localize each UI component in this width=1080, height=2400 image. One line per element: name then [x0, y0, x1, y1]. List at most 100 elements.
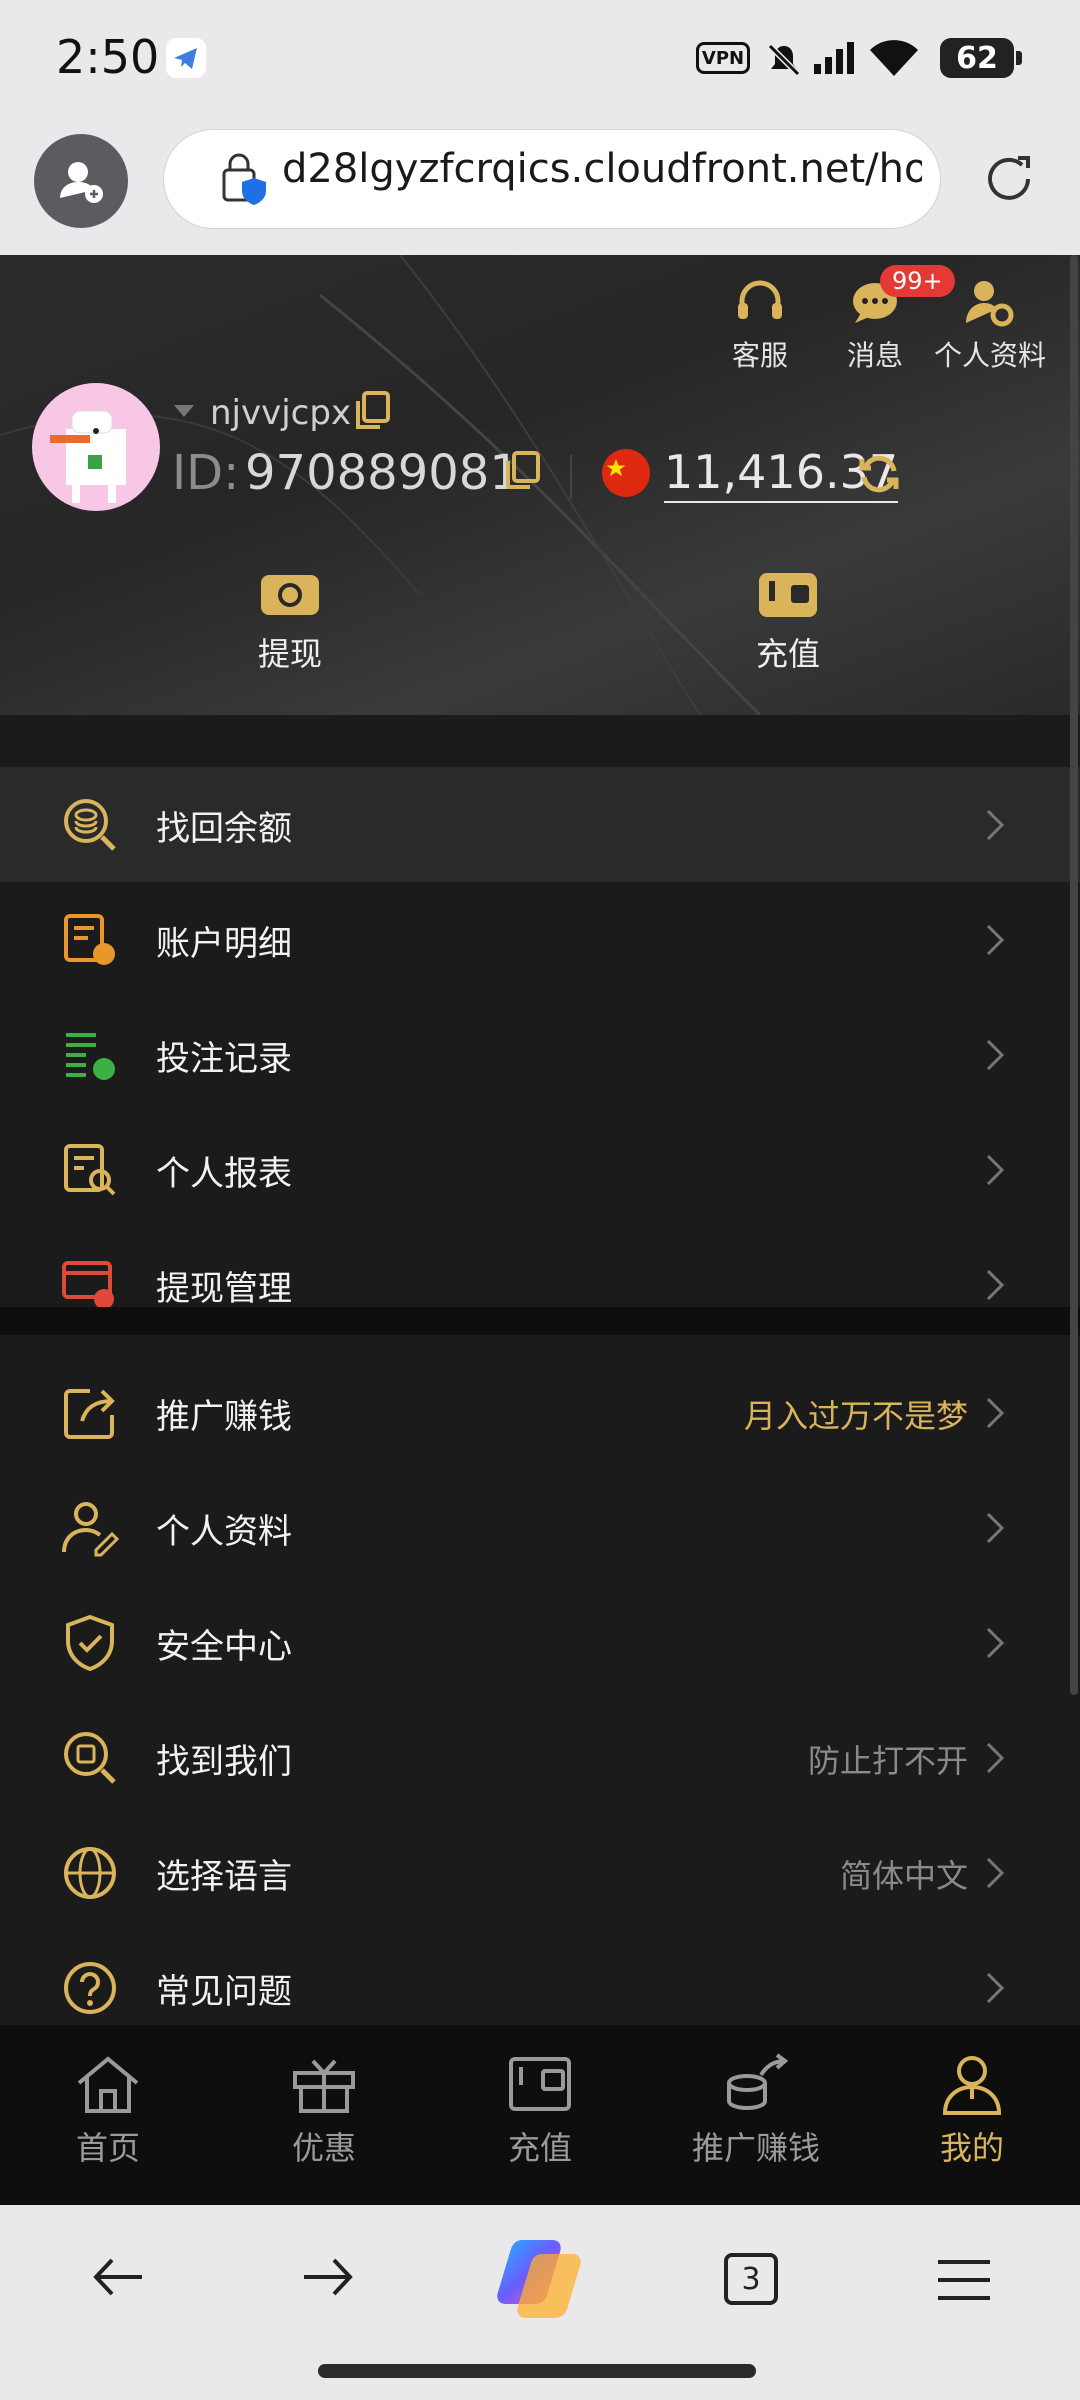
user-id: 970889081: [245, 445, 520, 501]
add-profile-button[interactable]: [34, 134, 128, 228]
headset-icon: [738, 280, 782, 319]
chevron-right-icon: [986, 1972, 1005, 2004]
cash-icon: [261, 575, 319, 615]
menu-icon[interactable]: [934, 2256, 994, 2308]
bet-record-icon: [66, 1033, 115, 1080]
copilot-icon[interactable]: [492, 2234, 588, 2328]
deposit-button[interactable]: 充值: [728, 567, 848, 675]
menu-item-label: 找到我们: [156, 1742, 292, 1782]
profile-edit-icon: [62, 1502, 120, 1557]
copy-id-icon[interactable]: [502, 449, 542, 497]
tab-deposit[interactable]: 充值: [472, 2053, 608, 2169]
account-detail-icon: [64, 914, 115, 965]
url-text[interactable]: d28lgyzfcrqics.cloudfront.net/home: [282, 146, 922, 192]
copy-username-icon[interactable]: [352, 389, 392, 437]
menu-item-promote[interactable]: 推广赚钱 月入过万不是梦: [0, 1355, 1080, 1470]
home-indicator[interactable]: [318, 2364, 756, 2378]
menu-item-profile[interactable]: 个人资料: [0, 1470, 1080, 1585]
mute-icon: [764, 40, 804, 84]
report-icon: [64, 1144, 116, 1196]
customer-service-label: 客服: [731, 339, 788, 372]
home-icon: [77, 2056, 139, 2113]
menu-item-hint: 防止打不开: [807, 1742, 968, 1780]
scrollbar[interactable]: [1070, 255, 1078, 1695]
profile-shortcut-label: 个人资料: [933, 339, 1046, 372]
messages-label: 消息: [846, 339, 903, 372]
question-icon: [64, 1962, 116, 2014]
withdraw-button[interactable]: 提现: [230, 567, 350, 675]
signal-icon: [812, 40, 856, 80]
menu-item-personal-report[interactable]: 个人报表: [0, 1112, 1080, 1227]
refresh-balance-icon[interactable]: [856, 451, 902, 501]
coin-search-icon: [64, 799, 116, 851]
menu-item-label: 账户明细: [156, 924, 292, 964]
chevron-right-icon: [986, 1039, 1005, 1071]
menu-item-recover-balance[interactable]: 找回余额: [0, 767, 1080, 882]
tab-label: 我的: [939, 2129, 1004, 2167]
app-content: 客服 消息 99+ 个人资料 njvvjcpx ID: 970889081 11…: [0, 255, 1080, 2205]
menu-item-label: 安全中心: [156, 1627, 292, 1667]
status-time: 2:50: [56, 30, 160, 84]
tab-count: 3: [741, 2261, 761, 2297]
forward-icon[interactable]: [298, 2252, 358, 2306]
tab-mine[interactable]: 我的: [904, 2053, 1040, 2169]
back-icon[interactable]: [88, 2252, 148, 2306]
promote-icon: [727, 2053, 789, 2111]
wifi-icon: [868, 36, 920, 82]
user-settings-icon: [966, 281, 1014, 327]
chevron-right-icon: [986, 1397, 1005, 1429]
wallet-icon: [759, 573, 817, 617]
withdraw-label: 提现: [257, 635, 322, 673]
tab-home[interactable]: 首页: [40, 2053, 176, 2169]
menu-item-hint: 简体中文: [839, 1857, 968, 1895]
user-id-label: ID:: [172, 445, 240, 501]
chevron-right-icon: [986, 1742, 1005, 1774]
section-divider: [0, 1307, 1080, 1335]
user-icon: [942, 2056, 1002, 2115]
menu-item-account-detail[interactable]: 账户明细: [0, 882, 1080, 997]
tab-label: 首页: [75, 2129, 140, 2167]
bottom-tab-bar: 首页 优惠 充值 推广赚钱 我的: [0, 2025, 1080, 2205]
chevron-right-icon: [986, 809, 1005, 841]
menu-item-label: 常见问题: [156, 1972, 292, 2012]
menu-item-label: 提现管理: [156, 1269, 292, 1309]
globe-icon: [64, 1847, 116, 1899]
info-divider: [570, 455, 572, 499]
account-switch-icon[interactable]: [172, 403, 196, 423]
menu-item-language[interactable]: 选择语言 简体中文: [0, 1815, 1080, 1930]
find-us-icon: [64, 1732, 116, 1784]
tabs-button[interactable]: 3: [724, 2253, 778, 2305]
chevron-right-icon: [986, 1269, 1005, 1301]
menu-item-find-us[interactable]: 找到我们 防止打不开: [0, 1700, 1080, 1815]
menu-item-label: 选择语言: [156, 1857, 292, 1897]
chevron-right-icon: [986, 1512, 1005, 1544]
telegram-icon: [166, 38, 206, 78]
battery-icon: 62: [940, 38, 1022, 78]
menu-item-security[interactable]: 安全中心: [0, 1585, 1080, 1700]
menu-item-label: 个人资料: [156, 1512, 292, 1552]
chevron-right-icon: [986, 924, 1005, 956]
gift-icon: [293, 2059, 355, 2113]
reload-icon[interactable]: [978, 148, 1040, 210]
menu-item-bet-record[interactable]: 投注记录: [0, 997, 1080, 1112]
site-security-icon: [218, 152, 270, 212]
shield-icon: [66, 1614, 114, 1672]
menu-item-label: 个人报表: [156, 1154, 292, 1194]
username: njvvjcpx: [210, 393, 352, 433]
avatar[interactable]: [32, 383, 160, 511]
withdraw-manage-icon: [62, 1261, 114, 1309]
menu-item-label: 投注记录: [156, 1039, 292, 1079]
tab-label: 优惠: [291, 2129, 356, 2167]
menu-item-label: 找回余额: [156, 809, 292, 849]
tab-promotions[interactable]: 优惠: [256, 2053, 392, 2169]
chevron-right-icon: [986, 1627, 1005, 1659]
tab-promote[interactable]: 推广赚钱: [676, 2053, 836, 2169]
customer-service-button[interactable]: 客服: [715, 277, 805, 374]
profile-shortcut-button[interactable]: 个人资料: [930, 277, 1050, 374]
menu-item-label: 推广赚钱: [156, 1397, 292, 1437]
chevron-right-icon: [986, 1154, 1005, 1186]
deposit-label: 充值: [755, 635, 820, 673]
china-flag-icon: [602, 449, 650, 497]
tab-label: 推广赚钱: [691, 2129, 820, 2167]
tab-label: 充值: [507, 2129, 572, 2167]
